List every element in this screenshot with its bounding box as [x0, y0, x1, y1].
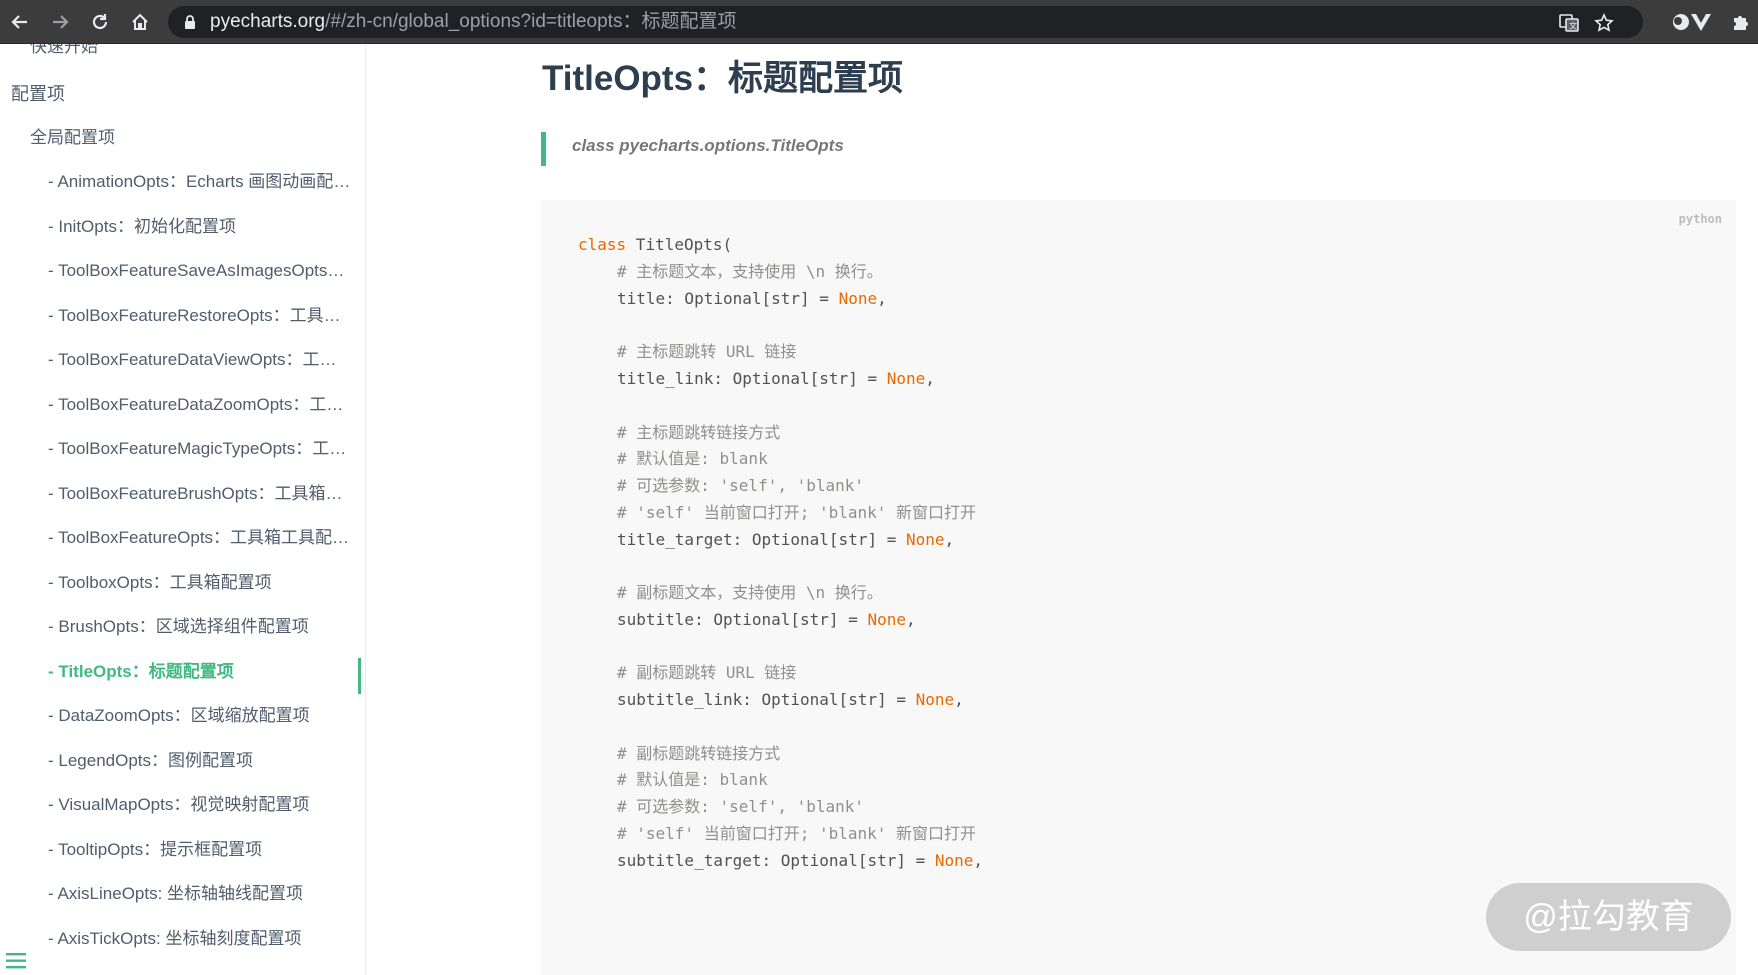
code-comment: # 副标题文本，支持使用 \n 换行。	[617, 583, 883, 602]
page-title: TitleOpts：标题配置项	[542, 59, 904, 98]
code-line: subtitle_target: Optional[str] = None,	[617, 851, 984, 870]
code-block[interactable]: python class TitleOpts( # 主标题文本，支持使用 \n …	[541, 200, 1736, 975]
sidebar-item-axislineopts[interactable]: - AxisLineOpts: 坐标轴轴线配置项	[48, 880, 365, 908]
code-line: class TitleOpts(	[578, 235, 733, 254]
sidebar-item-options[interactable]: 配置项	[11, 80, 365, 108]
code-comment: # 默认值是: blank	[617, 770, 768, 789]
code-comment: # 主标题跳转 URL 链接	[617, 342, 797, 361]
svg-text:文: 文	[1569, 21, 1577, 31]
code-line: subtitle_link: Optional[str] = None,	[617, 690, 964, 709]
code-comment: # 可选参数: 'self', 'blank'	[617, 476, 865, 495]
sidebar-item-titleopts[interactable]: - TitleOpts：标题配置项	[48, 658, 365, 686]
sidebar-item-toolboxopts[interactable]: - ToolboxOpts：工具箱配置项	[48, 569, 365, 597]
code-comment: # 副标题跳转 URL 链接	[617, 663, 797, 682]
code-comment: # 'self' 当前窗口打开; 'blank' 新窗口打开	[617, 503, 977, 522]
sidebar-item-toolboxfeaturemagictypeopts[interactable]: - ToolBoxFeatureMagicTypeOpts：工具箱动态类型切换配…	[48, 435, 365, 463]
translate-icon[interactable]: 文	[1558, 12, 1580, 34]
code-line: title_target: Optional[str] = None,	[617, 530, 955, 549]
sidebar-item-tooltipopts[interactable]: - TooltipOpts：提示框配置项	[48, 836, 365, 864]
address-bar[interactable]: pyecharts.org/#/zh-cn/global_options?id=…	[168, 6, 1643, 38]
code-comment: # 默认值是: blank	[617, 449, 768, 468]
code-line: title: Optional[str] = None,	[617, 289, 887, 308]
sidebar-item-toolboxfeaturerestoreopts[interactable]: - ToolBoxFeatureRestoreOpts：工具箱还原配置项	[48, 302, 365, 330]
main-content: TitleOpts：标题配置项 class pyecharts.options.…	[366, 44, 1758, 975]
sidebar-item-animationopts[interactable]: - AnimationOpts：Echarts 画图动画配置项	[48, 168, 365, 196]
reload-icon[interactable]	[85, 7, 115, 37]
code-line: subtitle: Optional[str] = None,	[617, 610, 916, 629]
active-indicator	[358, 658, 361, 694]
sidebar-item-axistickopts[interactable]: - AxisTickOpts: 坐标轴刻度配置项	[48, 925, 365, 953]
sidebar-item-brushopts[interactable]: - BrushOpts：区域选择组件配置项	[48, 613, 365, 641]
sidebar-item-legendopts[interactable]: - LegendOpts：图例配置项	[48, 747, 365, 775]
browser-toolbar: pyecharts.org/#/zh-cn/global_options?id=…	[0, 0, 1758, 44]
back-icon[interactable]	[5, 7, 35, 37]
sidebar-item-toolboxfeaturebrushopts[interactable]: - ToolBoxFeatureBrushOpts：工具箱选框组件配置项	[48, 480, 365, 508]
sidebar-item-toolboxfeaturesaveasimagesopts[interactable]: - ToolBoxFeatureSaveAsImagesOpts：工具箱保存图片…	[48, 257, 365, 285]
forward-icon[interactable]	[45, 7, 75, 37]
puzzle-icon[interactable]	[1726, 7, 1756, 37]
url-text[interactable]: pyecharts.org/#/zh-cn/global_options?id=…	[210, 6, 736, 38]
watermark: @拉勾教育	[1486, 883, 1731, 951]
sidebar-item-toolboxfeaturedataviewopts[interactable]: - ToolBoxFeatureDataViewOpts：工具箱数据视图工具	[48, 346, 365, 374]
code-line: title_link: Optional[str] = None,	[617, 369, 935, 388]
url-path: /#/zh-cn/global_options?id=titleopts：标题配…	[325, 11, 737, 32]
code-comment: # 可选参数: 'self', 'blank'	[617, 797, 865, 816]
code-language-label: python	[1678, 212, 1722, 226]
lock-icon	[184, 15, 196, 35]
vue-devtools-icon[interactable]	[1686, 7, 1716, 37]
blockquote-text: class pyecharts.options.TitleOpts	[572, 136, 844, 155]
sidebar-item-visualmapopts[interactable]: - VisualMapOpts：视觉映射配置项	[48, 791, 365, 819]
star-icon[interactable]	[1593, 12, 1615, 34]
home-icon[interactable]	[125, 7, 155, 37]
sidebar-item-quickstart[interactable]: 快速开始	[30, 44, 365, 61]
sidebar-item-initopts[interactable]: - InitOpts：初始化配置项	[48, 213, 365, 241]
sidebar-item-global-options[interactable]: 全局配置项	[30, 124, 365, 152]
url-domain: pyecharts.org	[210, 11, 326, 32]
code-comment: # 'self' 当前窗口打开; 'blank' 新窗口打开	[617, 824, 977, 843]
code-comment: # 主标题文本，支持使用 \n 换行。	[617, 262, 883, 281]
sidebar: 快速开始 配置项 全局配置项 - AnimationOpts：Echarts 画…	[0, 44, 366, 975]
sidebar-item-toolboxfeaturedatazoomopts[interactable]: - ToolBoxFeatureDataZoomOpts：工具箱区域缩放配置项	[48, 391, 365, 419]
sidebar-item-toolboxfeatureopts[interactable]: - ToolBoxFeatureOpts：工具箱工具配置项	[48, 524, 365, 552]
sidebar-item-datazoomopts[interactable]: - DataZoomOpts：区域缩放配置项	[48, 702, 365, 730]
blockquote-bar	[541, 132, 546, 166]
menu-icon[interactable]	[6, 952, 28, 975]
